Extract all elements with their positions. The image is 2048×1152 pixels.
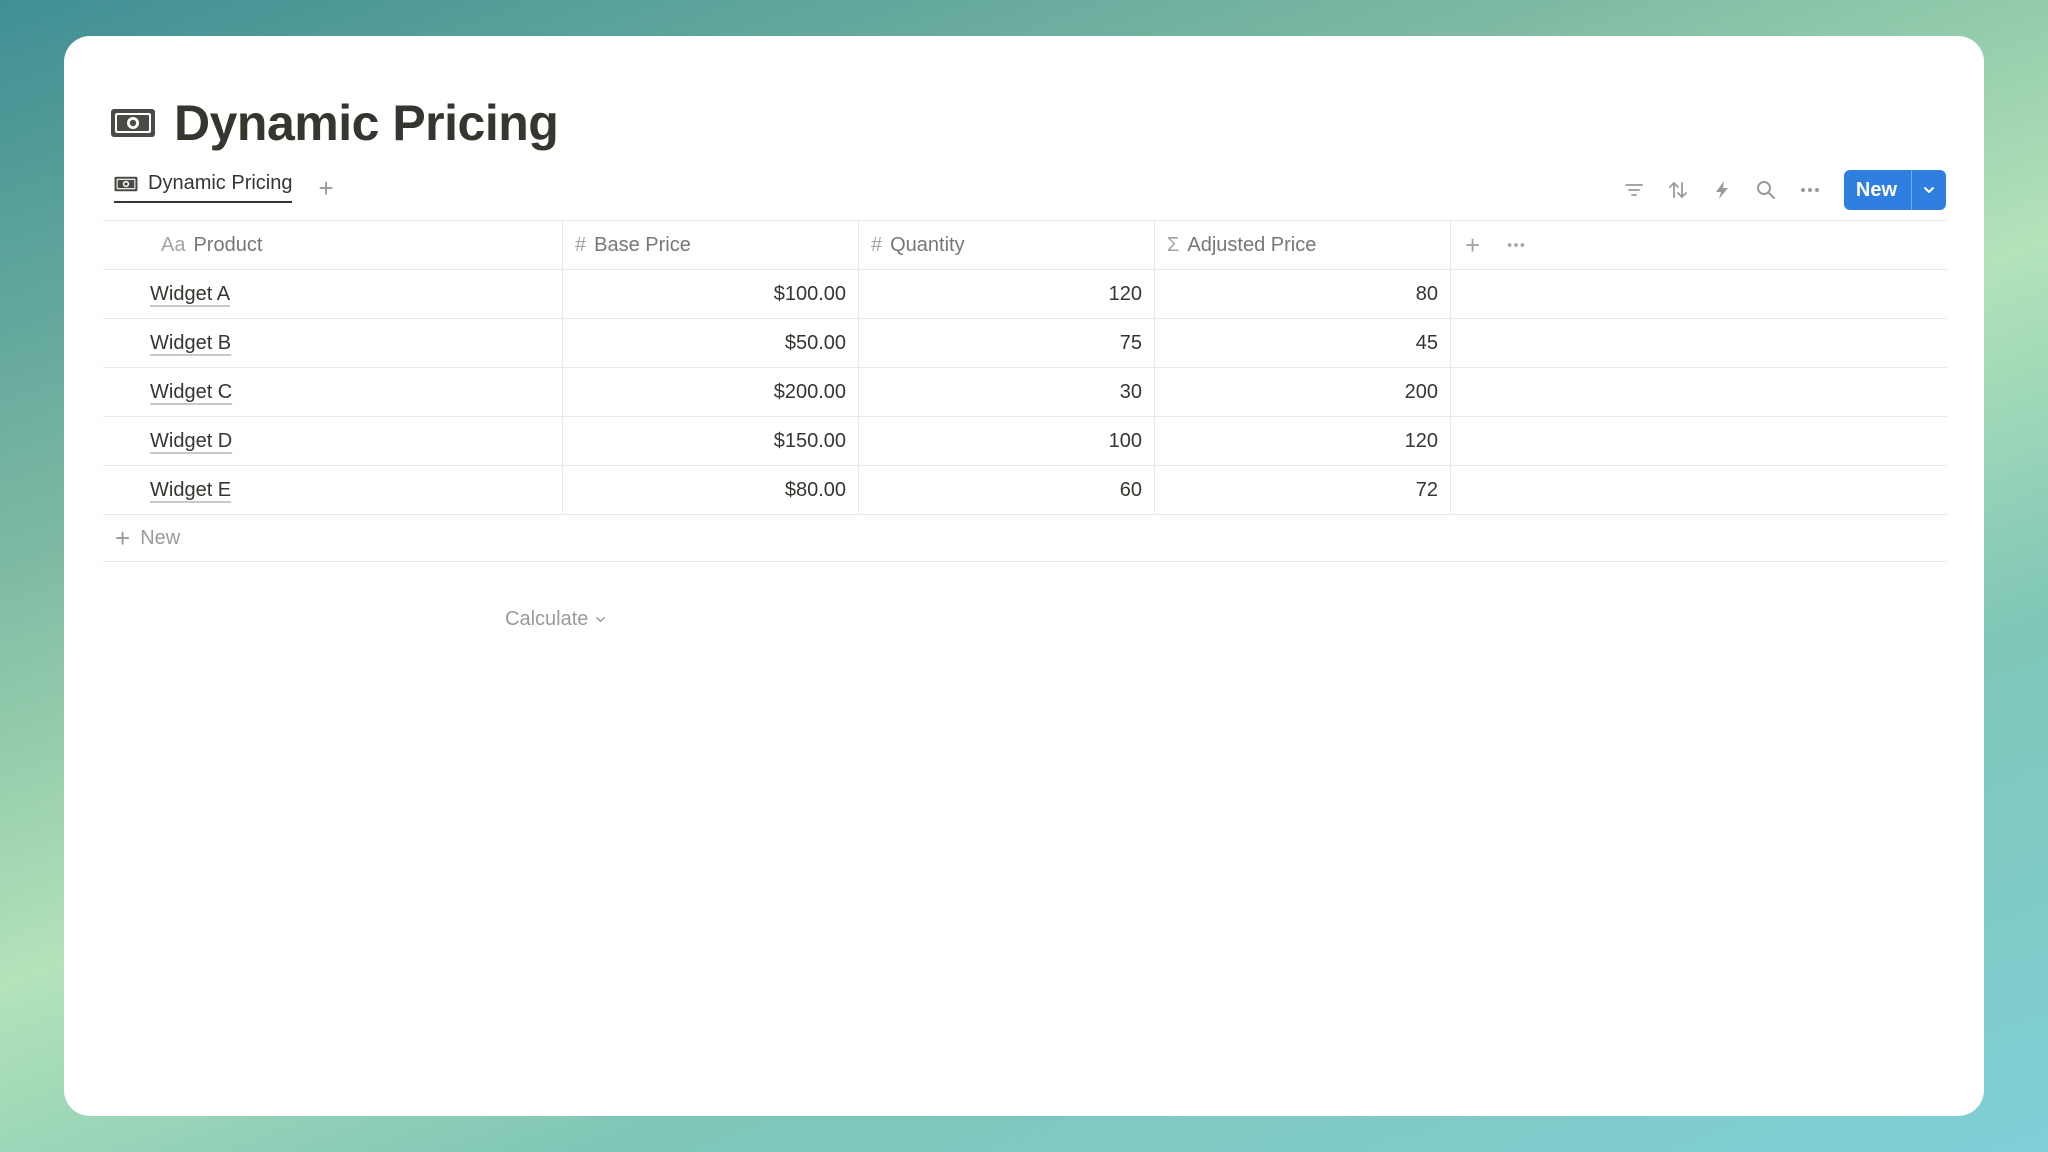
base-price-cell[interactable]: $80.00 xyxy=(563,466,859,514)
plus-icon[interactable]: + xyxy=(318,175,333,201)
product-name[interactable]: Widget A xyxy=(150,283,230,306)
add-row-button[interactable]: + New xyxy=(103,515,1947,562)
base-price-cell[interactable]: $200.00 xyxy=(563,368,859,416)
adjusted-price-cell[interactable]: 45 xyxy=(1155,319,1451,367)
quantity-cell[interactable]: 100 xyxy=(859,417,1155,465)
quantity-cell[interactable]: 75 xyxy=(859,319,1155,367)
quantity-cell[interactable]: 30 xyxy=(859,368,1155,416)
banknote-icon[interactable] xyxy=(110,106,156,140)
column-label: Product xyxy=(193,233,263,256)
base-price-cell[interactable]: $50.00 xyxy=(563,319,859,367)
product-name[interactable]: Widget B xyxy=(150,332,231,355)
product-cell[interactable]: Widget C xyxy=(103,368,563,416)
adjusted-price-cell[interactable]: 200 xyxy=(1155,368,1451,416)
add-property-icon[interactable]: + xyxy=(1465,232,1480,258)
column-header-quantity[interactable]: # Quantity xyxy=(859,221,1155,269)
adjusted-price-cell[interactable]: 120 xyxy=(1155,417,1451,465)
product-name[interactable]: Widget C xyxy=(150,381,232,404)
formula-property-icon: Σ xyxy=(1167,233,1180,256)
number-property-icon: # xyxy=(575,233,587,256)
new-button[interactable]: New xyxy=(1844,170,1911,210)
column-label: Adjusted Price xyxy=(1187,233,1317,256)
number-property-icon: # xyxy=(871,233,883,256)
chevron-down-icon xyxy=(596,616,606,623)
table-header-row: Aa Product # Base Price # Quantity Σ Adj… xyxy=(103,221,1947,270)
empty-cell xyxy=(1451,466,1947,514)
add-row-label: New xyxy=(140,526,181,549)
quantity-cell[interactable]: 120 xyxy=(859,270,1155,318)
view-tabs: Dynamic Pricing + xyxy=(114,172,334,203)
column-label: Base Price xyxy=(594,233,691,256)
empty-cell xyxy=(1451,319,1947,367)
tab-label: Dynamic Pricing xyxy=(148,172,293,194)
empty-cell xyxy=(1451,417,1947,465)
page-title[interactable]: Dynamic Pricing xyxy=(174,94,559,152)
table-row: Widget D $150.00 100 120 xyxy=(103,417,1947,466)
table-row: Widget E $80.00 60 72 xyxy=(103,466,1947,515)
base-price-cell[interactable]: $100.00 xyxy=(563,270,859,318)
page-header: Dynamic Pricing xyxy=(110,94,559,152)
product-cell[interactable]: Widget B xyxy=(103,319,563,367)
product-cell[interactable]: Widget A xyxy=(103,270,563,318)
table-row: Widget C $200.00 30 200 xyxy=(103,368,1947,417)
search-icon[interactable] xyxy=(1744,170,1788,210)
empty-cell xyxy=(1451,368,1947,416)
plus-icon: + xyxy=(115,523,131,553)
calculate-button[interactable]: Calculate xyxy=(505,608,607,631)
product-cell[interactable]: Widget E xyxy=(103,466,563,514)
database-table: Aa Product # Base Price # Quantity Σ Adj… xyxy=(103,220,1947,562)
product-name[interactable]: Widget D xyxy=(150,430,232,453)
more-icon[interactable] xyxy=(1506,235,1526,255)
adjusted-price-cell[interactable]: 80 xyxy=(1155,270,1451,318)
table-row: Widget B $50.00 75 45 xyxy=(103,319,1947,368)
chevron-down-icon[interactable] xyxy=(1911,170,1946,210)
new-button-group: New xyxy=(1843,170,1946,210)
filter-icon[interactable] xyxy=(1612,170,1656,210)
sort-icon[interactable] xyxy=(1656,170,1700,210)
automation-bolt-icon[interactable] xyxy=(1700,170,1744,210)
column-header-adjusted-price[interactable]: Σ Adjusted Price xyxy=(1155,221,1451,269)
product-cell[interactable]: Widget D xyxy=(103,417,563,465)
more-icon[interactable] xyxy=(1788,170,1832,210)
database-page: Dynamic Pricing Dynamic Pricing + New Aa… xyxy=(64,36,1984,1116)
database-toolbar: New xyxy=(1612,170,1946,210)
adjusted-price-cell[interactable]: 72 xyxy=(1155,466,1451,514)
banknote-icon xyxy=(114,176,138,191)
quantity-cell[interactable]: 60 xyxy=(859,466,1155,514)
text-property-icon: Aa xyxy=(161,233,186,256)
column-header-product[interactable]: Aa Product xyxy=(103,221,563,269)
tab-dynamic-pricing[interactable]: Dynamic Pricing xyxy=(114,172,293,203)
header-actions: + xyxy=(1451,221,1947,269)
table-row: Widget A $100.00 120 80 xyxy=(103,270,1947,319)
product-name[interactable]: Widget E xyxy=(150,479,231,502)
column-header-base-price[interactable]: # Base Price xyxy=(563,221,859,269)
column-label: Quantity xyxy=(890,233,965,256)
empty-cell xyxy=(1451,270,1947,318)
calculate-label: Calculate xyxy=(505,608,589,630)
base-price-cell[interactable]: $150.00 xyxy=(563,417,859,465)
